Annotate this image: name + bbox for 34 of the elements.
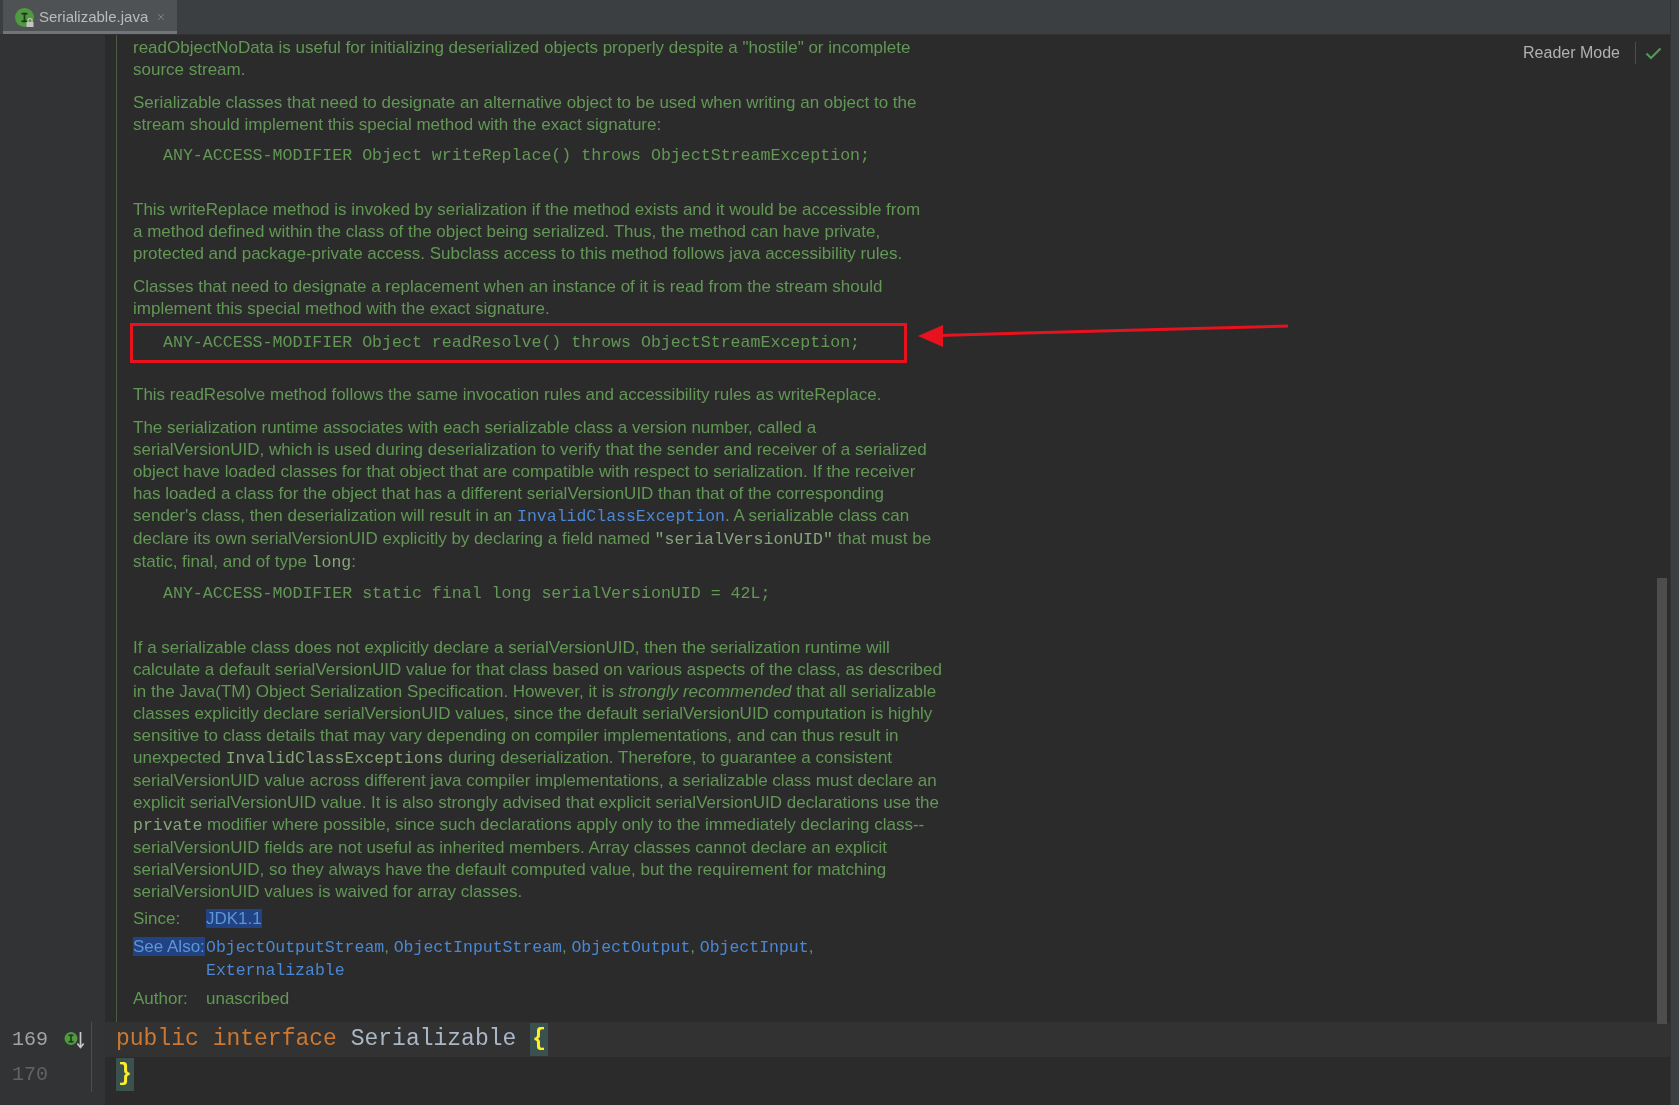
doc-link[interactable]: ObjectInputStream	[393, 938, 562, 957]
doc-link[interactable]: ObjectOutputStream	[206, 938, 385, 957]
code-sample: ANY-ACCESS-MODIFIER Object readResolve() throws ObjectStreamException;	[163, 332, 861, 354]
doc-paragraph: The serialization runtime associates with each serializable class a version number, called a serialVersionUID, which is used during deserialization to verify that the sender and receiver of a serialized object have loaded classes for that object that are compatible with respect to serialization. If the receiver has loaded a class for the object that has a different serialVersionUID than that of the corresponding sender's class, then deserialization will result in an InvalidClassException. A serializable class can declare its own serialVersionUID explicitly by declaring a field named "serialVersionUID" that must be static, final, and of type long:	[133, 417, 932, 574]
scrollbar-thumb[interactable]	[1657, 578, 1667, 1024]
tag-text: unascribed	[206, 989, 290, 1008]
doc-link[interactable]: Externalizable	[206, 961, 345, 980]
i-circle-icon	[15, 7, 34, 27]
doc-paragraph: readObjectNoData is useful for initializing deserialized objects properly despite a "hostile" or incomplete source stream.	[133, 37, 911, 81]
doc-link[interactable]: ObjectOutput	[571, 938, 691, 957]
tag-text: ,	[562, 937, 568, 956]
doc-paragraph: Classes that need to designate a replacement when an instance of it is read from the stream should implement this special method with the exact signature.	[133, 276, 883, 320]
tag-text: ,	[384, 937, 390, 956]
code-sample: ANY-ACCESS-MODIFIER static final long serialVersionUID = 42L;	[163, 583, 771, 605]
circle-down-arrow-icon[interactable]	[64, 1029, 84, 1050]
tag-text: ,	[690, 937, 697, 956]
doc-link[interactable]: InvalidClassException	[517, 507, 725, 526]
tag-label: Since:	[133, 909, 181, 928]
close-icon[interactable]	[156, 12, 167, 22]
code-sample: ANY-ACCESS-MODIFIER Object writeReplace() throws ObjectStreamException;	[163, 145, 870, 167]
doc-link[interactable]: ObjectInput	[699, 938, 809, 957]
tag-label: See Also:	[133, 937, 205, 956]
doc-paragraph: Serializable classes that need to designate an alternative object to be used when writing an object to the stream should implement this special method with the exact signature:	[133, 92, 917, 136]
doc-paragraph: This readResolve method follows the same invocation rules and accessibility rules as writeReplace.	[133, 384, 882, 406]
tag-text: ,	[808, 937, 814, 956]
editor-tab[interactable]: Serializable.java	[3, 0, 178, 34]
doc-paragraph: If a serializable class does not explicitly declare a serialVersionUID, then the serialization runtime will calculate a default serialVersionUID value for that class based on various aspects of the class, as described in the Java(TM) Object Serialization Specification. However, it is strongly recommended that all serializable classes explicitly declare serialVersionUID values, since the default serialVersionUID computation is highly sensitive to class details that may vary depending on compiler implementations, and can thus result in unexpected InvalidClassExceptions during deserialization. Therefore, to guarantee a consistent serialVersionUID value across different java compiler implementations, a serializable class must declare an explicit serialVersionUID value. It is also strongly advised that explicit serialVersionUID declarations use the private modifier where possible, since such declarations apply only to the immediately declaring class-- serialVersionUID fields are not useful as inherited members. Array classes cannot declare an explicit serialVersionUID, so they always have the default computed value, but the requirement for matching serialVersionUID values is waived for array classes.	[133, 637, 942, 903]
doc-paragraph: This writeReplace method is invoked by serialization if the method exists and it would be accessible from a method defined within the class of the object being serialized. Thus, the method can have private, protected and package-private access. Subclass access to this method follows java accessibility rules.	[133, 199, 921, 265]
tag-text: JDK1.1	[206, 909, 262, 928]
tag-label: Author:	[133, 989, 188, 1008]
reader-mode-button[interactable]: Reader Mode	[1523, 41, 1620, 65]
code-line: public interface Serializable {	[116, 1023, 548, 1056]
check-icon	[1645, 46, 1662, 60]
line-number: 169	[11, 1026, 48, 1053]
